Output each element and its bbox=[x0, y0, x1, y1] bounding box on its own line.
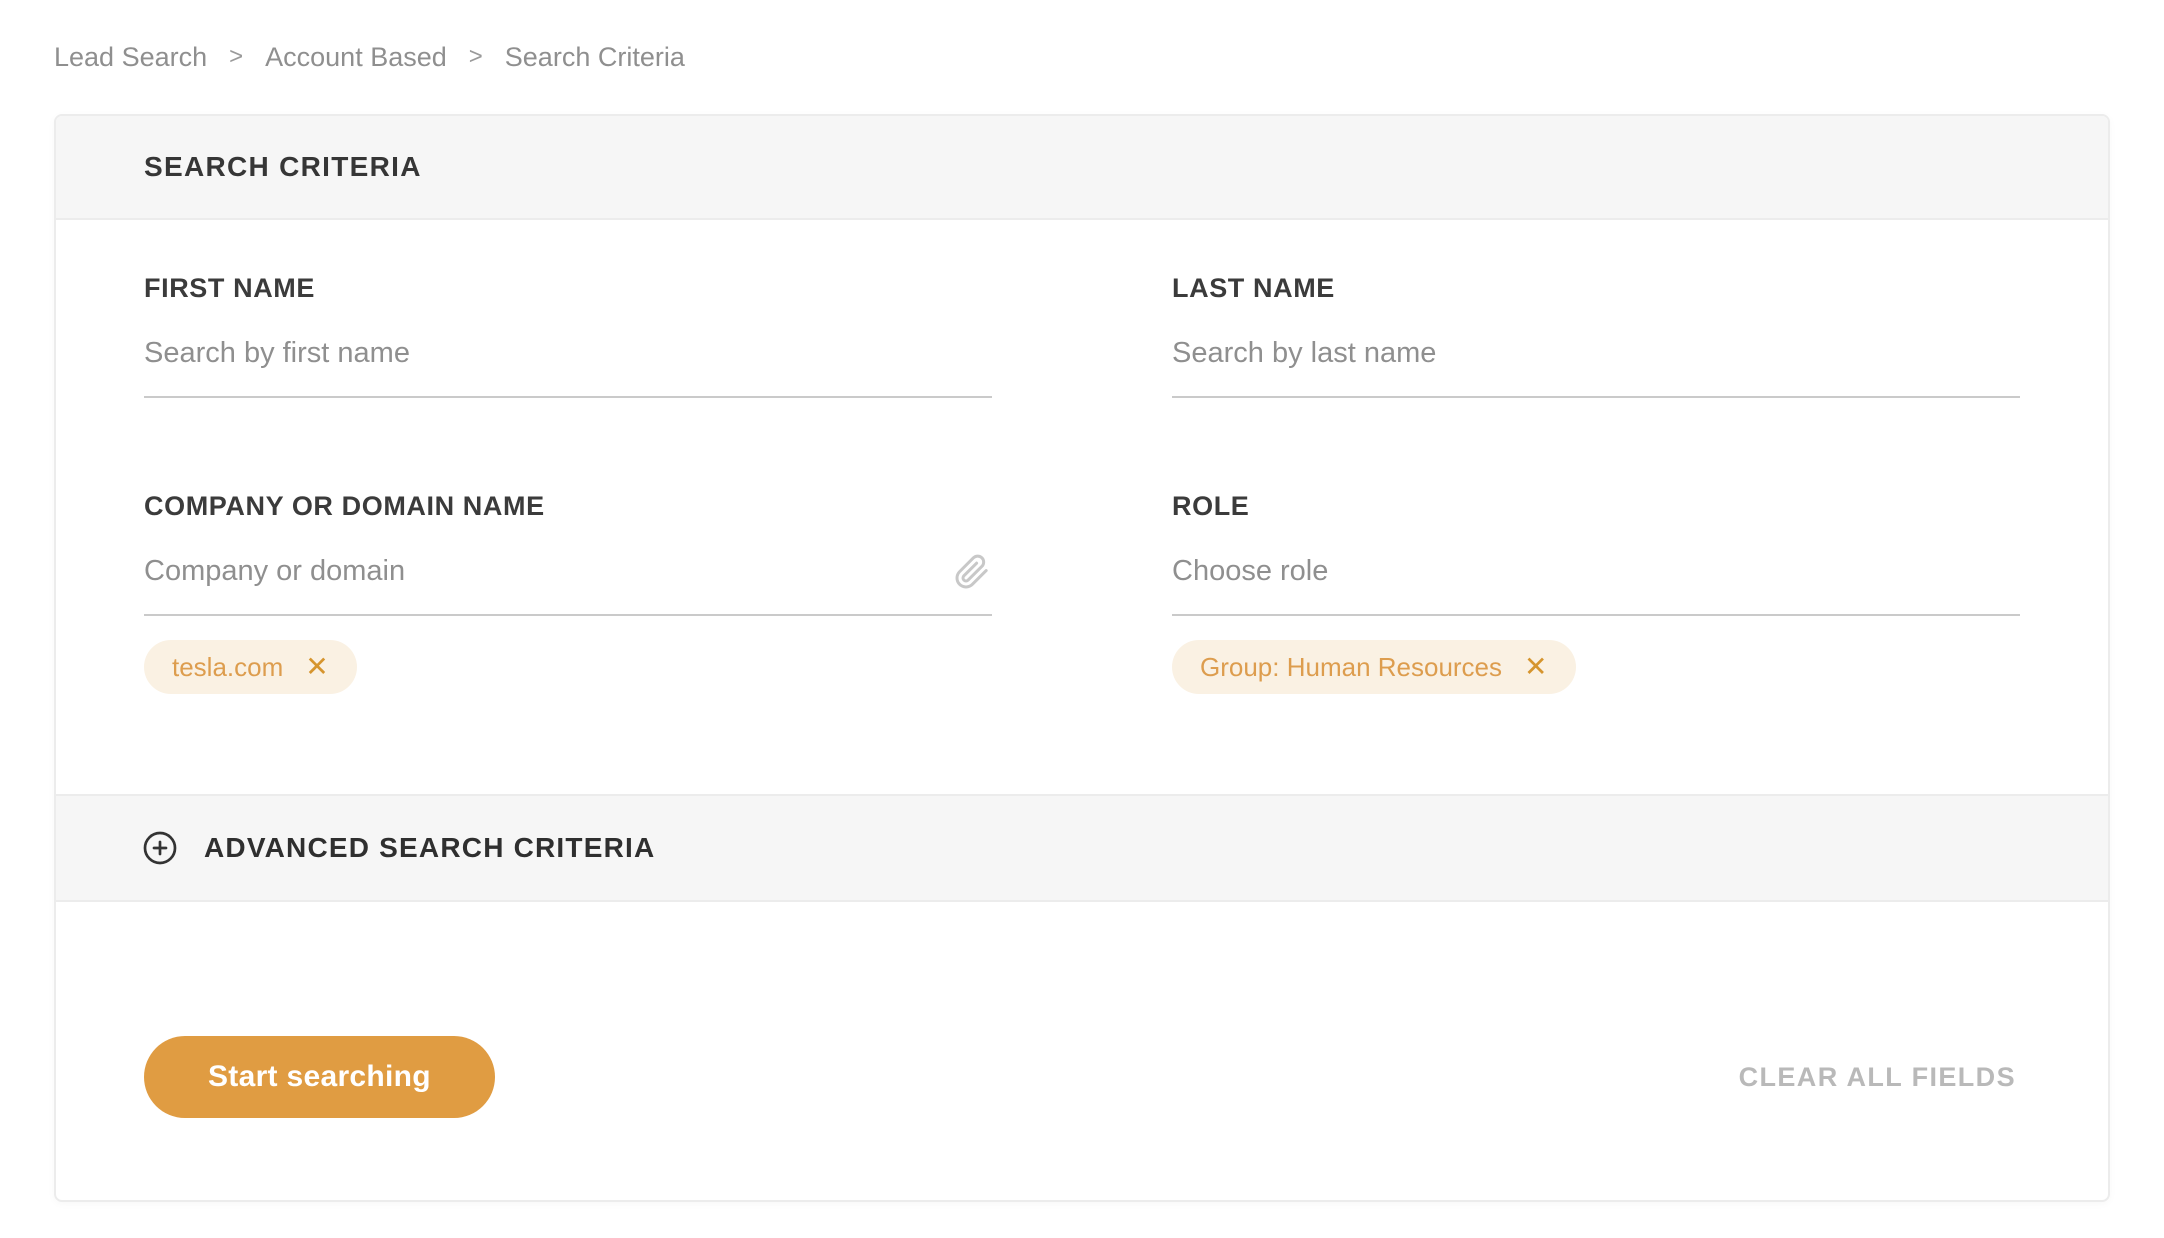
company-input-row bbox=[144, 548, 992, 616]
last-name-input-row bbox=[1172, 330, 2020, 398]
role-label: ROLE bbox=[1172, 491, 1250, 521]
advanced-search-label: ADVANCED SEARCH CRITERIA bbox=[204, 832, 656, 863]
plus-circle-icon bbox=[143, 831, 177, 865]
remove-chip-icon[interactable]: ✕ bbox=[305, 653, 328, 681]
panel-title: SEARCH CRITERIA bbox=[144, 151, 422, 182]
last-name-label: LAST NAME bbox=[1172, 273, 1335, 303]
breadcrumb-item-account-based[interactable]: Account Based bbox=[265, 40, 447, 74]
first-name-input-row bbox=[144, 330, 992, 398]
search-criteria-panel: SEARCH CRITERIA FIRST NAME LAST NAME COM… bbox=[54, 114, 2110, 1202]
breadcrumb-item-lead-search[interactable]: Lead Search bbox=[54, 40, 207, 74]
field-first-name: FIRST NAME bbox=[144, 272, 992, 398]
role-input-row bbox=[1172, 548, 2020, 616]
clear-all-fields-button[interactable]: CLEAR ALL FIELDS bbox=[1739, 1062, 2016, 1093]
role-chips: Group: Human Resources ✕ bbox=[1172, 640, 2020, 694]
advanced-search-toggle[interactable]: ADVANCED SEARCH CRITERIA bbox=[56, 794, 2108, 902]
company-label: COMPANY OR DOMAIN NAME bbox=[144, 491, 545, 521]
panel-header: SEARCH CRITERIA bbox=[56, 116, 2108, 220]
start-searching-button[interactable]: Start searching bbox=[144, 1036, 495, 1118]
chip-label: Group: Human Resources bbox=[1200, 651, 1503, 682]
role-input[interactable] bbox=[1172, 548, 2020, 616]
field-role: ROLE Group: Human Resources ✕ bbox=[1172, 490, 2020, 694]
first-name-label: FIRST NAME bbox=[144, 273, 315, 303]
company-chips: tesla.com ✕ bbox=[144, 640, 992, 694]
chevron-right-icon: > bbox=[229, 43, 244, 70]
chip-group-human-resources: Group: Human Resources ✕ bbox=[1172, 640, 1576, 694]
breadcrumb-item-search-criteria[interactable]: Search Criteria bbox=[505, 40, 685, 74]
first-name-input[interactable] bbox=[144, 330, 992, 398]
last-name-input[interactable] bbox=[1172, 330, 2020, 398]
fields-grid: FIRST NAME LAST NAME COMPANY OR DOMAIN N… bbox=[56, 220, 2108, 694]
field-company-or-domain: COMPANY OR DOMAIN NAME tesla.com ✕ bbox=[144, 490, 992, 694]
field-last-name: LAST NAME bbox=[1172, 272, 2020, 398]
company-input[interactable] bbox=[144, 548, 992, 616]
chip-label: tesla.com bbox=[172, 651, 284, 682]
paperclip-icon[interactable] bbox=[954, 554, 990, 590]
breadcrumb: Lead Search > Account Based > Search Cri… bbox=[54, 40, 2164, 74]
chevron-right-icon: > bbox=[468, 43, 483, 70]
panel-footer: Start searching CLEAR ALL FIELDS bbox=[56, 902, 2108, 1118]
chip-tesla-com: tesla.com ✕ bbox=[144, 640, 357, 694]
remove-chip-icon[interactable]: ✕ bbox=[1524, 653, 1547, 681]
